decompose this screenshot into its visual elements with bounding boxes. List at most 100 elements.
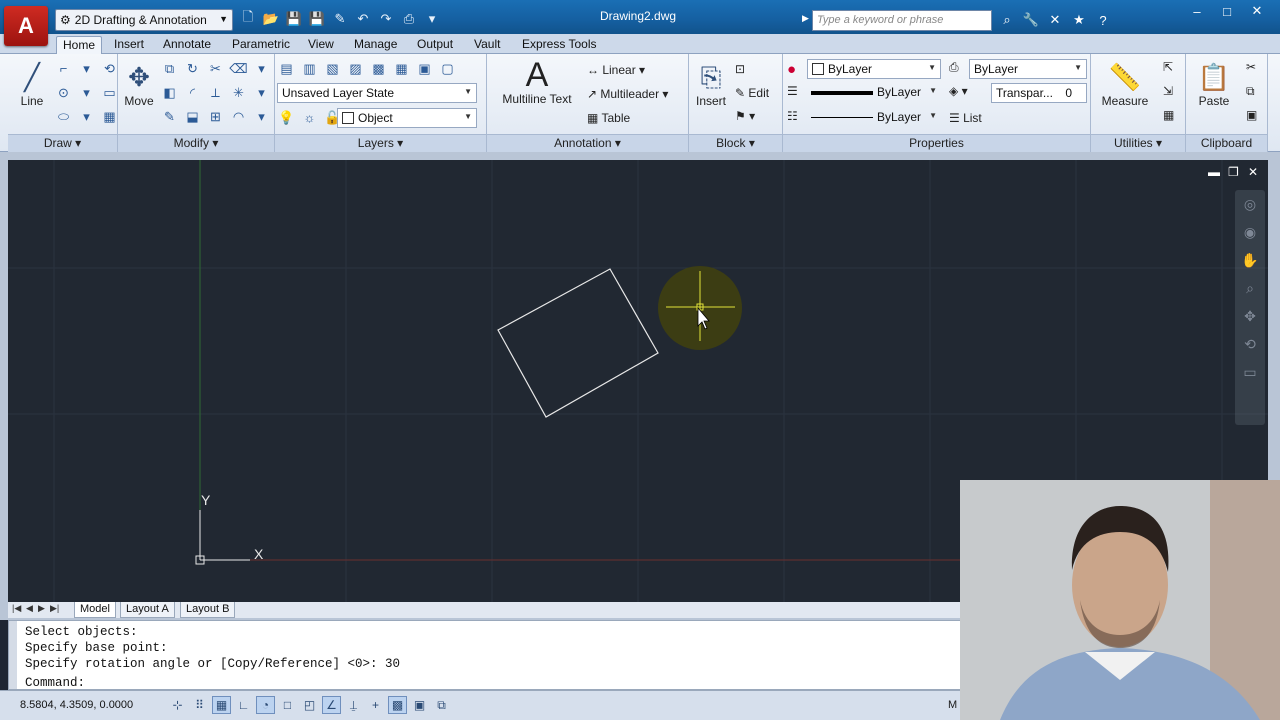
revcloud-icon[interactable]: ⟲ <box>100 59 119 78</box>
block-panel-title[interactable]: Block ▾ <box>689 134 782 152</box>
close-button[interactable]: ✕ <box>1242 2 1272 20</box>
model-space-toggle[interactable]: M <box>948 699 957 711</box>
transparency-field[interactable]: Transpar... 0 <box>991 83 1087 103</box>
qat-menu-icon[interactable]: ▾ <box>422 10 442 28</box>
first-layout-icon[interactable]: |◀ <box>12 603 21 614</box>
new-icon[interactable]: 🗋 <box>238 9 258 28</box>
lineweight-select[interactable]: ByLayer ▼ <box>807 83 941 103</box>
drawing-restore-button[interactable]: ❐ <box>1228 165 1239 179</box>
grid-display-icon[interactable]: ▦ <box>212 696 231 714</box>
match-properties-icon[interactable]: ▣ <box>1246 108 1257 122</box>
tools-icon[interactable]: 🔧 <box>1022 11 1040 29</box>
layer-select[interactable]: Object ▼ <box>337 108 477 128</box>
stretch-icon[interactable]: ✎ <box>160 107 179 126</box>
ellipse-icon[interactable]: ⬭ <box>54 107 73 126</box>
tab-express-tools[interactable]: Express Tools <box>516 36 602 54</box>
quick-properties-icon[interactable]: ⧉ <box>432 696 451 714</box>
rotate-icon[interactable]: ↻ <box>183 59 202 78</box>
layers-panel-title[interactable]: Layers ▾ <box>275 134 486 152</box>
rotated-rectangle[interactable] <box>497 268 659 418</box>
coordinates-readout[interactable]: 8.5804, 4.3509, 0.0000 <box>20 699 133 711</box>
drawing-close-button[interactable]: ✕ <box>1248 165 1258 179</box>
explode-icon[interactable]: ✳ <box>229 83 248 102</box>
properties-panel-title[interactable]: Properties <box>783 134 1090 152</box>
search-expand-icon[interactable]: ▶ <box>802 13 809 24</box>
linear-dim-button[interactable]: ↔ Linear ▾ <box>587 63 645 77</box>
copy-icon[interactable]: ⧉ <box>160 59 179 78</box>
offset-icon[interactable]: ◠ <box>229 107 248 126</box>
utilities-panel-title[interactable]: Utilities ▾ <box>1091 134 1185 152</box>
minimize-button[interactable]: – <box>1182 2 1212 20</box>
command-window-grip[interactable] <box>9 621 17 689</box>
tab-model[interactable]: Model <box>74 602 116 618</box>
dynamic-input-icon[interactable]: + <box>366 696 385 714</box>
attribute-icon[interactable]: ⚑ ▾ <box>735 109 755 123</box>
rectangle-icon[interactable]: ▭ <box>100 83 119 102</box>
orbit2-icon[interactable]: ⟲ <box>1235 330 1265 358</box>
prev-layout-icon[interactable]: ◀ <box>26 603 33 614</box>
line-button[interactable]: ╱ Line <box>14 60 50 108</box>
binoculars-icon[interactable]: ⌕ <box>998 11 1016 29</box>
insert-block-button[interactable]: ⎘ Insert <box>691 60 731 108</box>
hatch-icon[interactable]: ▦ <box>100 107 119 126</box>
open-icon[interactable]: 📂 <box>261 10 281 28</box>
dropdown-icon[interactable]: ▾ <box>77 83 96 102</box>
save-icon[interactable]: 💾 <box>284 10 304 28</box>
quick-select-icon[interactable]: ⇱ <box>1163 60 1173 74</box>
zoom-icon[interactable]: ⌕ <box>1235 274 1265 302</box>
plot-icon[interactable]: ✎ <box>330 10 350 28</box>
layer-off-icon[interactable]: ▦ <box>392 59 411 78</box>
transparency-toggle-icon[interactable]: ▣ <box>410 696 429 714</box>
tab-annotate[interactable]: Annotate <box>157 36 217 54</box>
application-menu-button[interactable]: A <box>4 6 48 46</box>
multileader-button[interactable]: ↗ Multileader ▾ <box>587 87 668 101</box>
multiline-text-button[interactable]: A Multiline Text <box>497 58 577 106</box>
dropdown-icon[interactable]: ▾ <box>252 83 271 102</box>
trim-icon[interactable]: ✂ <box>206 59 225 78</box>
draw-panel-title[interactable]: Draw ▾ <box>8 134 117 152</box>
cut-icon[interactable]: ✂ <box>1246 60 1256 74</box>
color-select[interactable]: ByLayer ▼ <box>807 59 941 79</box>
object-snap-tracking-icon[interactable]: ∠ <box>322 696 341 714</box>
object-snap-icon[interactable]: □ <box>278 696 297 714</box>
layer-lock-icon[interactable]: ▣ <box>415 59 434 78</box>
undo-icon[interactable]: ↶ <box>353 10 373 28</box>
measure-button[interactable]: 📏 Measure <box>1097 60 1153 108</box>
layer-match-icon[interactable]: ▥ <box>300 59 319 78</box>
navbar-menu-icon[interactable]: ▭ <box>1235 358 1265 386</box>
tab-layout-a[interactable]: Layout A <box>120 602 175 618</box>
tab-layout-b[interactable]: Layout B <box>180 602 236 618</box>
dropdown-icon[interactable]: ▾ <box>252 107 271 126</box>
dropdown-icon[interactable]: ▾ <box>77 59 96 78</box>
infer-constraints-icon[interactable]: ⊹ <box>168 696 187 714</box>
layer-properties-icon[interactable]: ▤ <box>277 59 296 78</box>
edit-block-button[interactable]: ✎ Edit <box>735 86 769 100</box>
copy-clip-icon[interactable]: ⧉ <box>1246 84 1255 99</box>
help-icon[interactable]: ? <box>1094 11 1112 29</box>
tab-home[interactable]: Home <box>56 36 103 54</box>
3d-osnap-icon[interactable]: ◰ <box>300 696 319 714</box>
tab-view[interactable]: View <box>302 36 340 54</box>
exchange-icon[interactable]: ✕ <box>1046 11 1064 29</box>
array-icon[interactable]: ⊞ <box>206 107 225 126</box>
search-input[interactable]: Type a keyword or phrase <box>812 10 992 31</box>
annotation-panel-title[interactable]: Annotation ▾ <box>487 134 688 152</box>
tab-manage[interactable]: Manage <box>348 36 403 54</box>
paste-button[interactable]: 📋 Paste <box>1192 60 1236 108</box>
circle-icon[interactable]: ⊙ <box>54 83 73 102</box>
layer-iso-icon[interactable]: ▧ <box>323 59 342 78</box>
dynamic-ucs-icon[interactable]: ⍊ <box>344 696 363 714</box>
layer-freeze-icon[interactable]: ▩ <box>369 59 388 78</box>
clipboard-panel-title[interactable]: Clipboard <box>1186 134 1267 152</box>
snap-mode-icon[interactable]: ⠿ <box>190 696 209 714</box>
command-window[interactable]: Select objects: Specify base point: Spec… <box>8 620 963 690</box>
erase-icon[interactable]: ⌫ <box>229 59 248 78</box>
calculator-icon[interactable]: ▦ <box>1163 108 1174 122</box>
redo-icon[interactable]: ↷ <box>376 10 396 28</box>
polar-tracking-icon[interactable]: ◔ <box>256 696 275 714</box>
star-icon[interactable]: ★ <box>1070 11 1088 29</box>
mirror-icon[interactable]: ◧ <box>160 83 179 102</box>
fillet-icon[interactable]: ◜ <box>183 83 202 102</box>
layer-unlock-icon[interactable]: ▢ <box>438 59 457 78</box>
linetype-select[interactable]: ByLayer ▼ <box>807 108 941 128</box>
